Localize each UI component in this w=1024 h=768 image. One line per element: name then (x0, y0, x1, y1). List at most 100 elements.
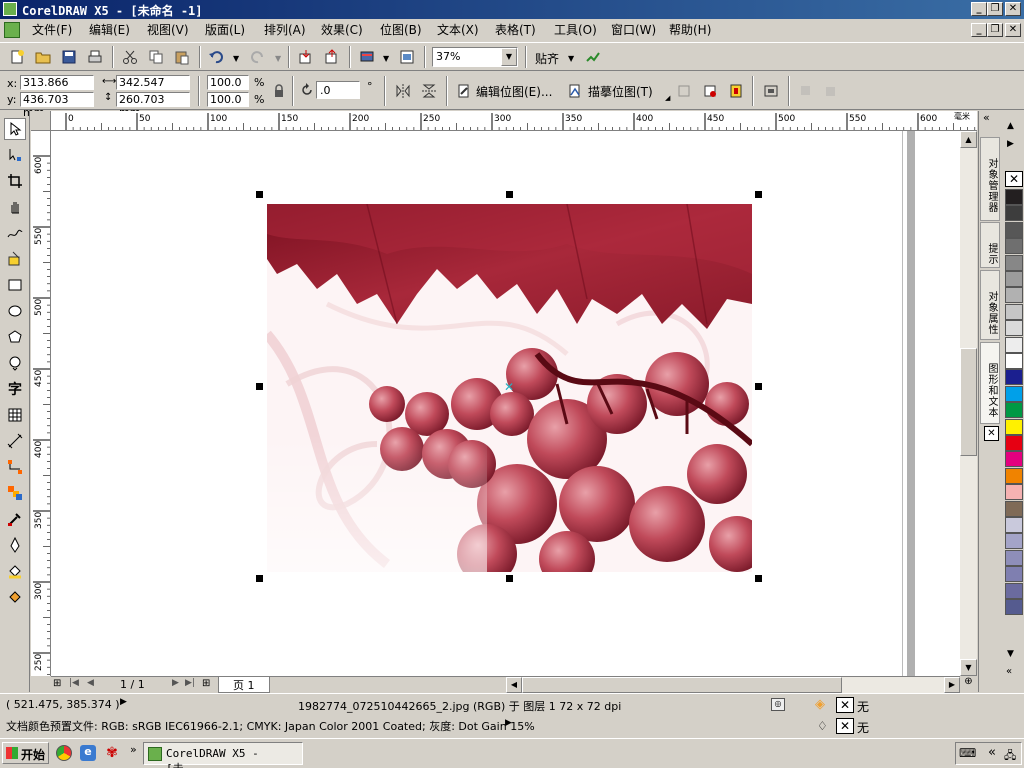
restore-button[interactable]: ❐ (987, 2, 1003, 16)
copy-icon[interactable] (145, 46, 167, 68)
no-color-swatch[interactable]: ✕ (1005, 171, 1023, 187)
palette-swatch[interactable] (1005, 287, 1023, 304)
x-position-input[interactable]: 313.866 mm (20, 75, 94, 102)
options-icon[interactable] (582, 46, 604, 68)
selection-handle-bottom-right[interactable] (755, 575, 762, 582)
text-tool-icon[interactable]: 字 (4, 378, 26, 400)
menu-view[interactable]: 视图(V) (147, 21, 189, 39)
palette-options-icon[interactable]: ▶ (1007, 139, 1014, 149)
vertical-scroll-thumb[interactable] (960, 348, 977, 456)
selection-handle-middle-right[interactable] (755, 383, 762, 390)
palette-expand-icon[interactable]: « (1006, 666, 1012, 677)
save-icon[interactable] (58, 46, 80, 68)
basic-shapes-tool-icon[interactable] (4, 352, 26, 374)
palette-swatch[interactable] (1005, 582, 1023, 599)
taskbar-button-coreldraw[interactable]: CorelDRAW X5 - [未... (143, 742, 303, 768)
pan-tool-icon[interactable] (4, 196, 26, 218)
palette-scroll-up-icon[interactable]: ▲ (1007, 121, 1014, 131)
edit-bitmap-icon[interactable] (453, 80, 475, 102)
keyboard-icon[interactable]: ⌨ (959, 746, 976, 760)
quicklaunch-more-icon[interactable]: » (130, 743, 137, 756)
menu-layout[interactable]: 版面(L) (205, 21, 245, 39)
selection-handle-top-middle[interactable] (506, 191, 513, 198)
rotation-angle-input[interactable]: .0 (316, 81, 360, 99)
horizontal-ruler[interactable]: 0 50 100 150 200 250 300 350 400 450 500 550 600 毫米 (51, 111, 977, 131)
trace-dropdown-icon[interactable]: ◢ (665, 94, 670, 102)
menu-effects[interactable]: 效果(C) (321, 21, 363, 39)
zoom-dropdown-icon[interactable]: ▼ (501, 48, 517, 66)
new-doc-icon[interactable] (6, 46, 28, 68)
dimension-tool-icon[interactable] (4, 430, 26, 452)
menu-table[interactable]: 表格(T) (495, 21, 536, 39)
proof-colors-icon[interactable]: ◎ (771, 698, 785, 711)
outline-tool-icon[interactable] (4, 534, 26, 556)
palette-swatch[interactable] (1005, 418, 1023, 435)
print-icon[interactable] (84, 46, 106, 68)
smart-fill-tool-icon[interactable] (4, 248, 26, 270)
palette-swatch[interactable] (1005, 271, 1023, 287)
welcome-screen-icon[interactable] (396, 46, 418, 68)
docker-tab-hints[interactable]: 提示 (980, 222, 1000, 268)
freehand-tool-icon[interactable] (4, 222, 26, 244)
palette-swatch[interactable] (1005, 467, 1023, 484)
chrome-quicklaunch-icon[interactable] (56, 745, 72, 761)
width-input[interactable]: 342.547 mm (116, 75, 190, 102)
height-input[interactable]: 260.703 mm (116, 92, 190, 119)
menu-arrange[interactable]: 排列(A) (264, 21, 306, 39)
navigator-icon[interactable]: ⊕ (960, 676, 977, 693)
blend-tool-icon[interactable] (4, 482, 26, 504)
export-icon[interactable] (321, 46, 343, 68)
mirror-horizontal-icon[interactable] (392, 80, 414, 102)
import-icon[interactable] (295, 46, 317, 68)
scroll-right-button[interactable]: ▶ (944, 677, 960, 693)
to-back-icon[interactable] (819, 80, 841, 102)
zoom-level-select[interactable]: 37% ▼ (432, 47, 518, 67)
add-page-before-icon[interactable]: ⊞ (53, 678, 61, 689)
eyedropper-tool-icon[interactable] (4, 508, 26, 530)
polygon-tool-icon[interactable] (4, 326, 26, 348)
palette-swatch[interactable] (1005, 533, 1023, 550)
horizontal-scroll-thumb[interactable] (522, 677, 842, 693)
palette-swatch[interactable] (1005, 517, 1023, 533)
scroll-down-button[interactable]: ▼ (960, 659, 977, 676)
selection-handle-top-left[interactable] (256, 191, 263, 198)
paste-icon[interactable] (171, 46, 193, 68)
palette-swatch[interactable] (1005, 484, 1023, 501)
resample-icon[interactable] (673, 80, 695, 102)
doc-restore-button[interactable]: ❐ (987, 23, 1003, 37)
center-marker-icon[interactable]: ✕ (504, 380, 514, 394)
menu-text[interactable]: 文本(X) (437, 21, 479, 39)
selection-handle-middle-left[interactable] (256, 383, 263, 390)
palette-swatch[interactable] (1005, 221, 1023, 238)
palette-swatch[interactable] (1005, 303, 1023, 320)
close-button[interactable]: ✕ (1005, 2, 1021, 16)
palette-swatch[interactable] (1005, 320, 1023, 337)
docker-tab-object-properties[interactable]: 对象属性 (980, 270, 1000, 340)
trace-bitmap-button[interactable]: 描摹位图(T) (588, 83, 653, 100)
undo-icon[interactable] (205, 46, 227, 68)
palette-swatch[interactable] (1005, 205, 1023, 222)
palette-swatch[interactable] (1005, 451, 1023, 468)
crop-bitmap-icon[interactable] (699, 80, 721, 102)
horizontal-scrollbar[interactable]: ◀ ▶ (506, 677, 960, 693)
palette-swatch[interactable] (1005, 549, 1023, 566)
palette-swatch[interactable] (1005, 238, 1023, 255)
palette-swatch[interactable] (1005, 336, 1023, 353)
docker-collapse-icon[interactable]: « (983, 111, 990, 124)
open-icon[interactable] (32, 46, 54, 68)
scroll-up-button[interactable]: ▲ (960, 131, 977, 148)
palette-swatch[interactable] (1005, 189, 1023, 205)
docker-tab-graphics-and-text[interactable]: 图形和文本 (980, 342, 1000, 424)
table-tool-icon[interactable] (4, 404, 26, 426)
redo-icon[interactable] (247, 46, 269, 68)
wrap-text-icon[interactable] (760, 80, 782, 102)
color-profile-expand-icon[interactable]: ▶ (505, 718, 512, 728)
palette-scroll-down-icon[interactable]: ▼ (1007, 649, 1014, 659)
ellipse-tool-icon[interactable] (4, 300, 26, 322)
redo-dropdown-icon[interactable]: ▼ (275, 54, 281, 63)
vertical-scrollbar[interactable]: ▲ ▼ (960, 131, 977, 676)
y-position-input[interactable]: 436.703 mm (20, 92, 94, 119)
palette-swatch[interactable] (1005, 599, 1023, 615)
next-page-icon[interactable]: ▶ (172, 678, 179, 688)
add-page-after-icon[interactable]: ⊞ (202, 678, 210, 689)
